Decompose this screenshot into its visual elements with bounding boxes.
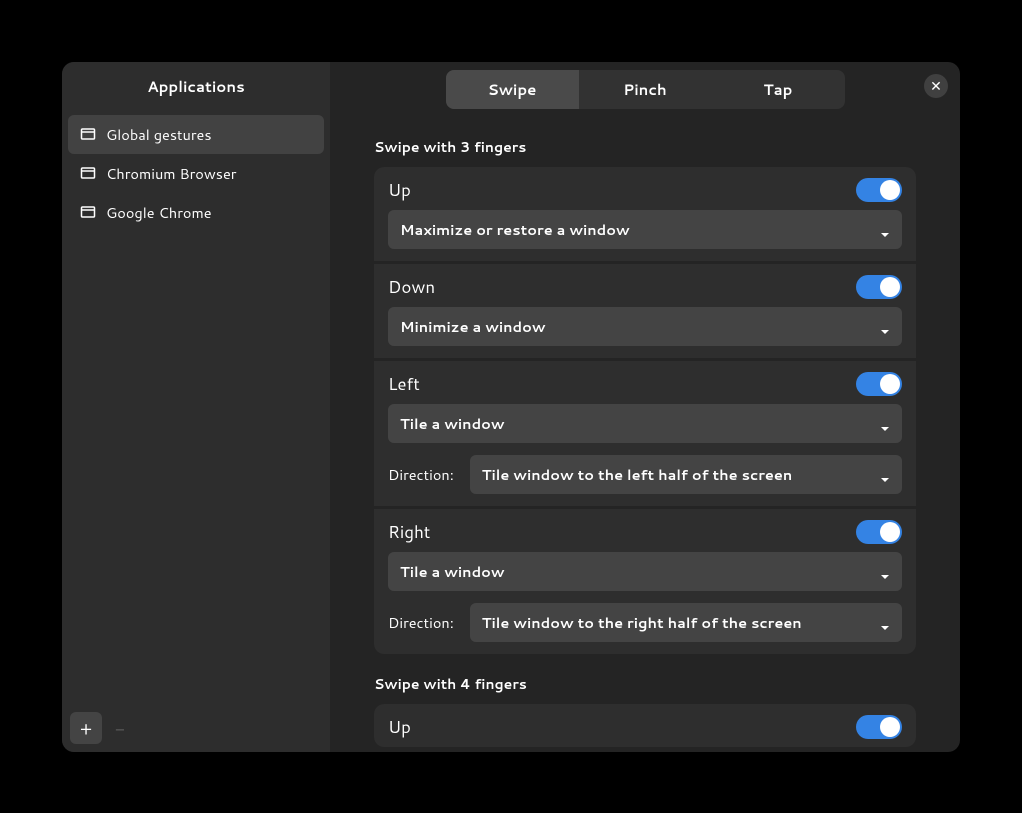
direction-dropdown-right[interactable]: Tile window to the right half of the scr… (470, 603, 902, 642)
tab-tap[interactable]: Tap (712, 70, 845, 109)
gesture-card-up-4: Up (374, 704, 916, 747)
gesture-name: Left (388, 372, 420, 396)
settings-window: Applications Global gestures Chromium Br… (62, 62, 960, 752)
gesture-name: Down (388, 275, 435, 299)
chevron-down-icon (880, 566, 890, 576)
action-dropdown-up[interactable]: Maximize or restore a window (388, 210, 902, 249)
add-button[interactable]: + (70, 712, 102, 744)
action-dropdown-left[interactable]: Tile a window (388, 404, 902, 443)
dropdown-value: Maximize or restore a window (400, 219, 630, 240)
sidebar-list: Global gestures Chromium Browser Google … (62, 111, 330, 236)
dropdown-value: Tile a window (400, 413, 505, 434)
remove-button: − (104, 712, 136, 744)
action-dropdown-right[interactable]: Tile a window (388, 552, 902, 591)
sidebar: Applications Global gestures Chromium Br… (62, 62, 330, 752)
gesture-name: Right (388, 520, 430, 544)
toggle-right[interactable] (856, 520, 902, 544)
toggle-knob (880, 374, 900, 394)
toggle-knob (880, 717, 900, 737)
direction-label: Direction: (388, 612, 454, 633)
toggle-down[interactable] (856, 275, 902, 299)
window-icon (80, 165, 96, 181)
main-panel: Swipe Pinch Tap ✕ Swipe with 3 fingers U… (330, 62, 960, 752)
dropdown-value: Minimize a window (400, 316, 546, 337)
toggle-up[interactable] (856, 178, 902, 202)
sidebar-footer: + − (70, 712, 136, 744)
gesture-card-down: Down Minimize a window (374, 263, 916, 358)
dropdown-value: Tile window to the right half of the scr… (482, 612, 802, 633)
direction-label: Direction: (388, 464, 454, 485)
gesture-card-up: Up Maximize or restore a window (374, 167, 916, 261)
toggle-knob (880, 522, 900, 542)
sidebar-item-chrome[interactable]: Google Chrome (68, 193, 324, 232)
sidebar-item-label: Google Chrome (106, 202, 212, 223)
gesture-group-4fingers: Up (374, 704, 916, 747)
gesture-group-3fingers: Up Maximize or restore a window Down (374, 167, 916, 654)
main-header: Swipe Pinch Tap ✕ (330, 62, 960, 117)
sidebar-item-chromium[interactable]: Chromium Browser (68, 154, 324, 193)
direction-dropdown-left[interactable]: Tile window to the left half of the scre… (470, 455, 902, 494)
dropdown-value: Tile a window (400, 561, 505, 582)
sidebar-title: Applications (62, 62, 330, 111)
tabs: Swipe Pinch Tap (446, 70, 845, 109)
gesture-name: Up (388, 178, 411, 202)
chevron-down-icon (880, 418, 890, 428)
toggle-knob (880, 180, 900, 200)
section-title: Swipe with 4 fingers (374, 654, 916, 704)
chevron-down-icon (880, 321, 890, 331)
toggle-knob (880, 277, 900, 297)
chevron-down-icon (880, 224, 890, 234)
chevron-down-icon (880, 617, 890, 627)
tab-swipe[interactable]: Swipe (446, 70, 579, 109)
gesture-name: Up (388, 715, 411, 739)
window-icon (80, 204, 96, 220)
sidebar-item-label: Chromium Browser (106, 163, 236, 184)
window-icon (80, 126, 96, 142)
sidebar-item-label: Global gestures (106, 124, 212, 145)
toggle-left[interactable] (856, 372, 902, 396)
section-title: Swipe with 3 fingers (374, 117, 916, 167)
action-dropdown-down[interactable]: Minimize a window (388, 307, 902, 346)
chevron-down-icon (880, 469, 890, 479)
gesture-card-left: Left Tile a window Direction: Tile windo… (374, 360, 916, 506)
content-area: Swipe with 3 fingers Up Maximize or rest… (330, 117, 960, 752)
gesture-card-right: Right Tile a window Direction: Tile wind… (374, 508, 916, 654)
tab-pinch[interactable]: Pinch (579, 70, 712, 109)
toggle-up-4[interactable] (856, 715, 902, 739)
dropdown-value: Tile window to the left half of the scre… (482, 464, 792, 485)
close-button[interactable]: ✕ (924, 74, 948, 98)
sidebar-item-global-gestures[interactable]: Global gestures (68, 115, 324, 154)
